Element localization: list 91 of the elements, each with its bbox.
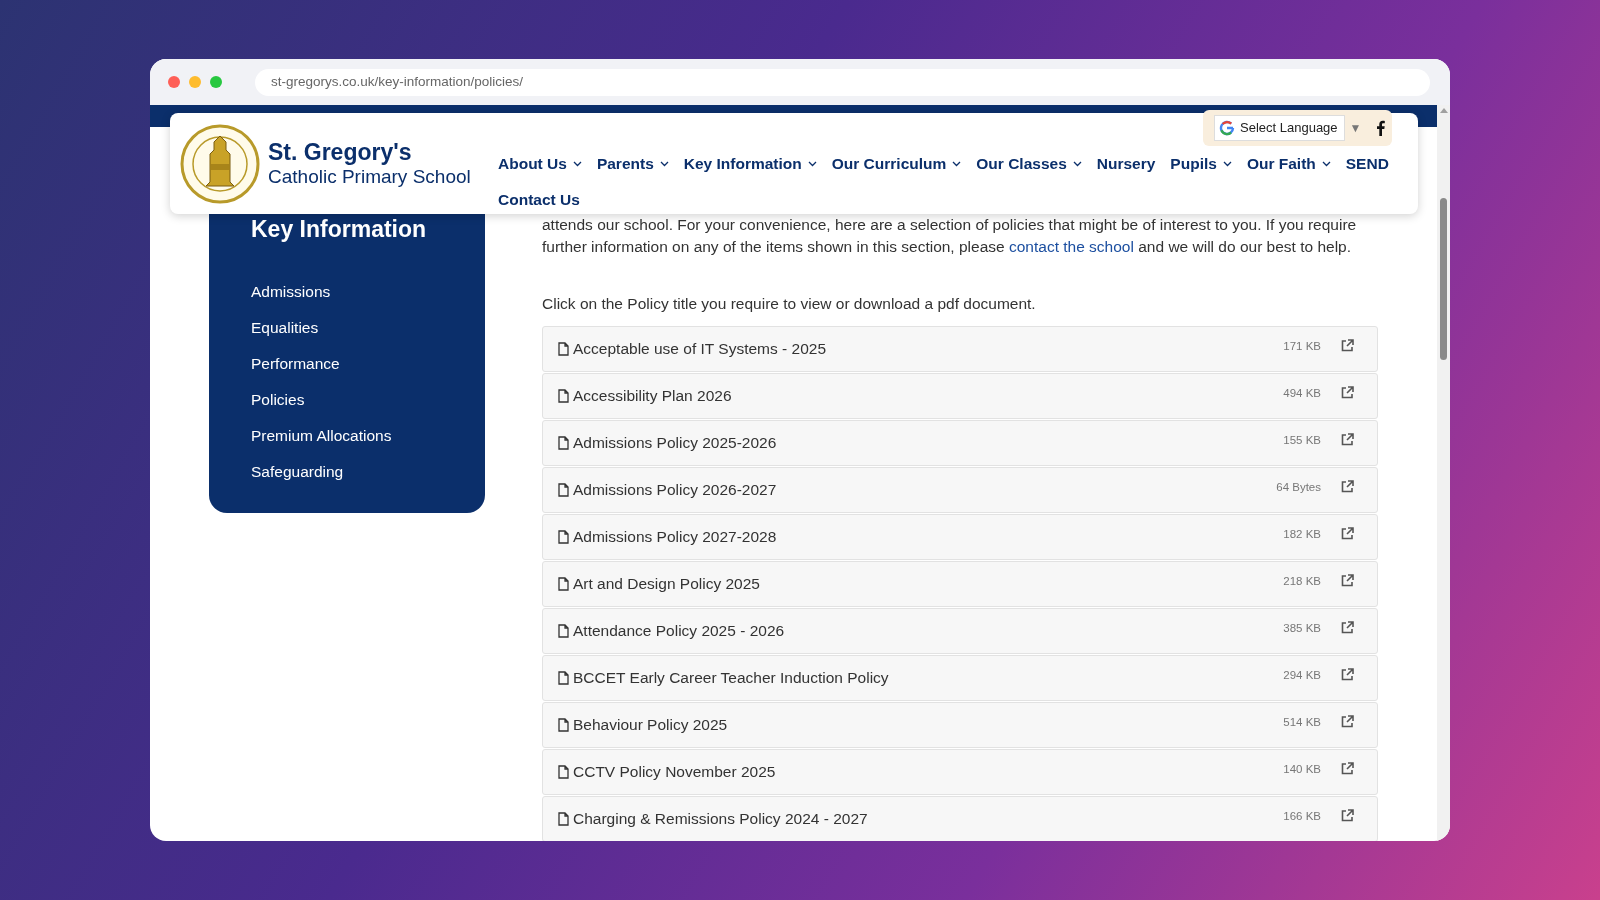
nav-link[interactable]: Pupils	[1170, 154, 1232, 174]
file-icon	[558, 670, 569, 685]
nav-link[interactable]: About Us	[498, 154, 582, 174]
chevron-down-icon	[807, 161, 817, 167]
school-name[interactable]: St. Gregory's	[268, 139, 471, 165]
file-size: 218 KB	[1283, 573, 1321, 589]
document-title[interactable]: Acceptable use of IT Systems - 2025	[573, 336, 1284, 361]
chevron-down-icon	[1072, 161, 1082, 167]
document-title[interactable]: Accessibility Plan 2026	[573, 383, 1284, 408]
address-bar[interactable]: st-gregorys.co.uk/key-information/policies/	[255, 68, 1430, 96]
file-icon	[558, 623, 569, 638]
chevron-down-icon	[572, 161, 582, 167]
document-title[interactable]: Art and Design Policy 2025	[573, 571, 1284, 596]
sidebar-link[interactable]: Admissions	[251, 281, 443, 303]
document-title[interactable]: Admissions Policy 2026-2027	[573, 477, 1277, 502]
document-row[interactable]: Charging & Remissions Policy 2024 - 2027 166 KB	[542, 795, 1378, 841]
google-g-icon	[1219, 120, 1235, 136]
document-row[interactable]: Admissions Policy 2027-2028 182 KB	[542, 513, 1378, 560]
school-crest-icon[interactable]	[180, 123, 260, 204]
chevron-down-icon	[952, 161, 962, 167]
external-link-icon[interactable]	[1341, 432, 1354, 446]
intro-paragraph: attends our school. For your convenience, here are a selection of policies that might be of interest to you. If you require further information on any of the items shown in this section, please contact the school and we will do our best to help.	[542, 215, 1358, 257]
chevron-down-icon	[659, 161, 669, 167]
dropdown-arrow[interactable]: ▼	[1349, 119, 1362, 137]
sidebar-title: Key Information	[251, 215, 428, 243]
nav-link[interactable]: Key Information	[683, 154, 817, 174]
file-size: 182 KB	[1283, 526, 1321, 542]
file-icon	[558, 717, 569, 732]
external-link-icon[interactable]	[1341, 573, 1354, 587]
file-size: 140 KB	[1283, 761, 1321, 777]
file-icon	[558, 435, 569, 450]
document-title[interactable]: Behaviour Policy 2025	[573, 712, 1284, 737]
nav-link[interactable]: Our Faith	[1246, 154, 1331, 174]
nav-link[interactable]: Our Classes	[976, 154, 1082, 174]
document-row[interactable]: Admissions Policy 2026-2027 64 Bytes	[542, 466, 1378, 513]
nav-link[interactable]: Our Curriculum	[831, 154, 962, 174]
file-size: 171 KB	[1283, 338, 1321, 354]
external-link-icon[interactable]	[1341, 338, 1354, 352]
file-size: 64 Bytes	[1276, 479, 1321, 495]
file-icon	[558, 529, 569, 544]
file-size: 385 KB	[1283, 620, 1321, 636]
school-subtitle[interactable]: Catholic Primary School	[268, 164, 471, 188]
document-row[interactable]: Behaviour Policy 2025 514 KB	[542, 701, 1378, 748]
contact-link[interactable]: contact the school	[1008, 237, 1134, 255]
document-row[interactable]: BCCET Early Career Teacher Induction Policy 294 KB	[542, 654, 1378, 701]
chevron-down-icon	[1321, 161, 1331, 167]
sidebar-link[interactable]: Performance	[251, 353, 443, 375]
document-row[interactable]: Admissions Policy 2025-2026 155 KB	[542, 419, 1378, 466]
external-link-icon[interactable]	[1341, 714, 1354, 728]
file-icon	[558, 764, 569, 779]
document-row[interactable]: Art and Design Policy 2025 218 KB	[542, 560, 1378, 607]
language-select[interactable]: Select Language	[1214, 115, 1345, 141]
document-row[interactable]: Attendance Policy 2025 - 2026 385 KB	[542, 607, 1378, 654]
document-title[interactable]: Admissions Policy 2025-2026	[573, 430, 1284, 455]
file-size: 294 KB	[1283, 667, 1321, 683]
external-link-icon[interactable]	[1341, 620, 1354, 634]
document-title[interactable]: BCCET Early Career Teacher Induction Policy	[573, 665, 1284, 690]
facebook-icon[interactable]	[1376, 120, 1386, 136]
nav-link[interactable]: Contact Us	[498, 190, 580, 210]
external-link-icon[interactable]	[1341, 808, 1354, 822]
external-link-icon[interactable]	[1341, 479, 1354, 493]
file-icon	[558, 482, 569, 497]
nav-link[interactable]: Nursery	[1096, 154, 1156, 174]
document-title[interactable]: CCTV Policy November 2025	[573, 759, 1284, 784]
document-title[interactable]: Admissions Policy 2027-2028	[573, 524, 1284, 549]
sidebar-link[interactable]: Premium Allocations	[251, 425, 443, 447]
file-icon	[558, 576, 569, 591]
sidebar-link[interactable]: Equalities	[251, 317, 443, 339]
external-link-icon[interactable]	[1341, 761, 1354, 775]
file-size: 155 KB	[1283, 432, 1321, 448]
document-title[interactable]: Attendance Policy 2025 - 2026	[573, 618, 1284, 643]
nav-link[interactable]: SEND	[1345, 154, 1389, 174]
document-title[interactable]: Charging & Remissions Policy 2024 - 2027	[573, 806, 1284, 831]
external-link-icon[interactable]	[1341, 667, 1354, 681]
file-size: 514 KB	[1283, 714, 1321, 730]
external-link-icon[interactable]	[1341, 526, 1354, 540]
document-row[interactable]: CCTV Policy November 2025 140 KB	[542, 748, 1378, 795]
sidebar-link[interactable]: Policies	[251, 389, 443, 411]
scrollbar-thumb[interactable]	[1440, 198, 1447, 360]
nav-link[interactable]: Parents	[596, 154, 669, 174]
file-size: 166 KB	[1283, 808, 1321, 824]
file-icon	[558, 341, 569, 356]
chevron-down-icon	[1222, 161, 1232, 167]
file-size: 494 KB	[1283, 385, 1321, 401]
document-row[interactable]: Accessibility Plan 2026 494 KB	[542, 372, 1378, 419]
file-icon	[558, 811, 569, 826]
external-link-icon[interactable]	[1341, 385, 1354, 399]
sidebar-link[interactable]: Safeguarding	[251, 461, 443, 483]
document-row[interactable]: Acceptable use of IT Systems - 2025 171 KB	[542, 325, 1378, 372]
file-icon	[558, 388, 569, 403]
instruction-text: Click on the Policy title you require to view or download a pdf document.	[542, 294, 1037, 314]
